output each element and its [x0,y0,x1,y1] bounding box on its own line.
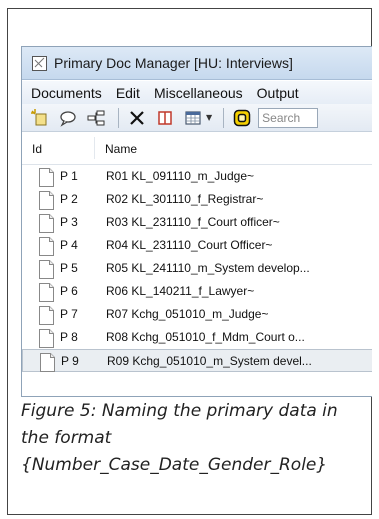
document-id: P 6 [60,284,78,298]
column-divider[interactable] [94,137,95,159]
text-document-icon [39,237,54,256]
menu-miscellaneous[interactable]: Miscellaneous [154,85,243,101]
menu-bar: Documents Edit Miscellaneous Output [22,81,372,104]
list-header: Id Name [22,133,372,165]
document-id: P 9 [61,354,79,368]
figure-caption: Figure 5: Naming the primary data in the… [21,401,338,475]
list-item[interactable]: P 6 R06 KL_140211_f_Lawyer~ [22,280,372,303]
toolbar-separator [118,107,119,128]
search-input[interactable]: Search [258,107,319,128]
document-name: R05 KL_241110_m_System develop... [106,261,310,275]
document-name: R06 KL_140211_f_Lawyer~ [106,284,255,298]
split-pane-button[interactable] [153,107,177,129]
document-name: R07 Kchg_051010_m_Judge~ [106,307,269,321]
document-id: P 1 [60,169,78,183]
title-bar[interactable]: Primary Doc Manager [HU: Interviews] [22,47,372,80]
column-header-id[interactable]: Id [32,142,42,156]
menu-documents[interactable]: Documents [31,85,102,101]
list-item-selected[interactable]: P 9 R09 Kchg_051010_m_System devel... [22,349,372,372]
toolbar-separator [223,107,225,128]
list-item[interactable]: P 1 R01 KL_091110_m_Judge~ [22,165,372,188]
document-id: P 8 [60,330,78,344]
delete-button[interactable] [125,107,149,129]
window-title: Primary Doc Manager [HU: Interviews] [54,55,293,71]
document-id: P 2 [60,192,78,206]
document-name: R09 Kchg_051010_m_System devel... [107,354,312,368]
column-header-name[interactable]: Name [105,142,137,156]
list-item[interactable]: P 2 R02 KL_301110_f_Registrar~ [22,188,372,211]
list-item[interactable]: P 3 R03 KL_231110_f_Court officer~ [22,211,372,234]
text-document-icon [39,260,54,279]
list-item[interactable]: P 7 R07 Kchg_051010_m_Judge~ [22,303,372,326]
text-document-icon [39,191,54,210]
document-id: P 7 [60,307,78,321]
primary-doc-manager-window: Primary Doc Manager [HU: Interviews] Doc… [21,46,372,397]
chevron-down-icon[interactable]: ▼ [206,113,212,122]
document-id: P 3 [60,215,78,229]
highlight-icon [233,109,251,126]
grid-view-button[interactable] [181,107,205,129]
text-document-icon [39,329,54,348]
comment-button[interactable] [56,107,80,129]
document-name: R02 KL_301110_f_Registrar~ [106,192,264,206]
text-document-icon [39,214,54,233]
list-item[interactable]: P 8 R08 Kchg_051010_f_Mdm_Court o... [22,326,372,349]
new-document-icon [31,108,47,125]
document-id: P 4 [60,238,78,252]
list-item[interactable]: P 5 R05 KL_241110_m_System develop... [22,257,372,280]
network-button[interactable] [84,107,108,129]
delete-icon [130,110,144,125]
split-pane-icon [158,110,172,125]
menu-edit[interactable]: Edit [116,85,140,101]
text-document-icon [40,353,55,372]
text-document-icon [39,168,54,187]
toolbar: ▼ Search [22,104,372,132]
highlight-button[interactable] [230,107,254,129]
new-document-button[interactable] [28,107,52,129]
menu-output[interactable]: Output [257,85,299,101]
document-name: R04 KL_231110_Court Officer~ [106,238,273,252]
grid-view-icon [185,110,201,125]
list-item[interactable]: P 4 R04 KL_231110_Court Officer~ [22,234,372,257]
document-name: R01 KL_091110_m_Judge~ [106,169,255,183]
text-document-icon [39,306,54,325]
document-name: R03 KL_231110_f_Court officer~ [106,215,280,229]
document-name: R08 Kchg_051010_f_Mdm_Court o... [106,330,305,344]
network-icon [87,110,105,125]
document-id: P 5 [60,261,78,275]
document-list: Id Name P 1 R01 KL_091110_m_Judge~ P 2 R… [22,133,372,396]
text-document-icon [39,283,54,302]
app-document-icon [32,55,47,71]
comment-icon [60,110,76,127]
